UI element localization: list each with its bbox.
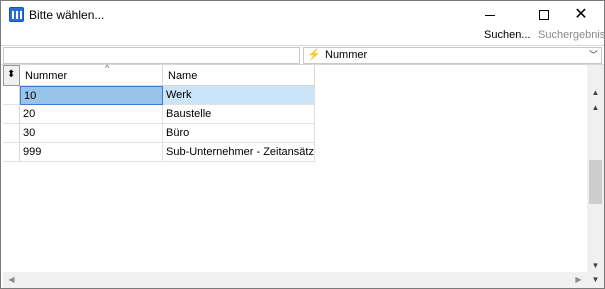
scroll-up-icon[interactable]: ▲ xyxy=(587,101,604,114)
cell-nummer[interactable]: 30 xyxy=(20,124,163,143)
cell-nummer[interactable]: 20 xyxy=(20,105,163,124)
app-grid-icon xyxy=(9,7,24,22)
scroll-right-icon[interactable]: ▶ xyxy=(570,272,587,288)
maximize-icon xyxy=(539,10,549,20)
horizontal-scrollbar[interactable]: ◀ ▶ xyxy=(3,272,587,288)
filter-input[interactable] xyxy=(3,47,300,64)
sort-toggle-icon: ⬍ xyxy=(7,69,16,80)
scrollbar-thumb[interactable] xyxy=(589,160,602,204)
title-bar[interactable]: Bitte wählen... ✕ xyxy=(1,1,604,29)
scroll-to-top-icon[interactable]: ▲ xyxy=(587,86,604,99)
cell-name[interactable]: Sub-Unternehmer - Zeitansätze xyxy=(163,143,315,162)
row-indicator[interactable] xyxy=(3,86,20,105)
window-title: Bitte wählen... xyxy=(29,8,105,22)
table-row[interactable]: 30 Büro xyxy=(3,124,315,143)
table-row[interactable]: 10 Werk xyxy=(3,86,315,105)
cell-nummer[interactable]: 10 xyxy=(20,86,163,105)
data-grid: ⬍ ^ Nummer Name 10 Werk 20 Baustelle 30 … xyxy=(3,63,587,285)
column-header-name[interactable]: Name xyxy=(163,65,315,86)
vertical-scrollbar[interactable]: ▲ ▲ ▼ xyxy=(587,65,604,272)
scroll-down-icon[interactable]: ▼ xyxy=(587,259,604,272)
table-row[interactable]: 20 Baustelle xyxy=(3,105,315,124)
minimize-button[interactable] xyxy=(467,1,513,29)
row-indicator[interactable] xyxy=(3,143,20,162)
cell-name[interactable]: Baustelle xyxy=(163,105,315,124)
search-result-button[interactable]: Suchergebnis xyxy=(538,29,605,41)
filter-row: ⚡ Nummer ﹀ xyxy=(1,45,604,65)
scroll-left-icon[interactable]: ◀ xyxy=(3,272,20,288)
scroll-to-bottom-icon[interactable]: ▼ xyxy=(587,272,604,288)
close-icon: ✕ xyxy=(574,6,588,23)
cell-nummer[interactable]: 999 xyxy=(20,143,163,162)
minimize-icon xyxy=(485,14,495,16)
grid-corner-button[interactable]: ⬍ xyxy=(3,65,20,86)
row-indicator[interactable] xyxy=(3,124,20,143)
row-indicator[interactable] xyxy=(3,105,20,124)
cell-name[interactable]: Büro xyxy=(163,124,315,143)
chevron-down-icon[interactable]: ﹀ xyxy=(589,48,598,61)
sort-ascending-icon: ^ xyxy=(105,63,110,73)
column-select-value: Nummer xyxy=(325,49,368,61)
toolbar: Suchen... Suchergebnis xyxy=(1,29,605,44)
lightning-icon: ⚡ xyxy=(307,49,321,61)
search-button[interactable]: Suchen... xyxy=(484,29,530,41)
column-select[interactable]: ⚡ Nummer ﹀ xyxy=(303,47,602,64)
table-row[interactable]: 999 Sub-Unternehmer - Zeitansätze xyxy=(3,143,315,162)
dialog-window: Bitte wählen... ✕ Suchen... Suchergebnis… xyxy=(0,0,605,289)
close-button[interactable]: ✕ xyxy=(558,1,604,29)
column-header-label: Nummer xyxy=(25,70,68,82)
column-header-label: Name xyxy=(168,70,198,82)
cell-name[interactable]: Werk xyxy=(163,86,315,105)
column-header-nummer[interactable]: ^ Nummer xyxy=(20,63,163,86)
